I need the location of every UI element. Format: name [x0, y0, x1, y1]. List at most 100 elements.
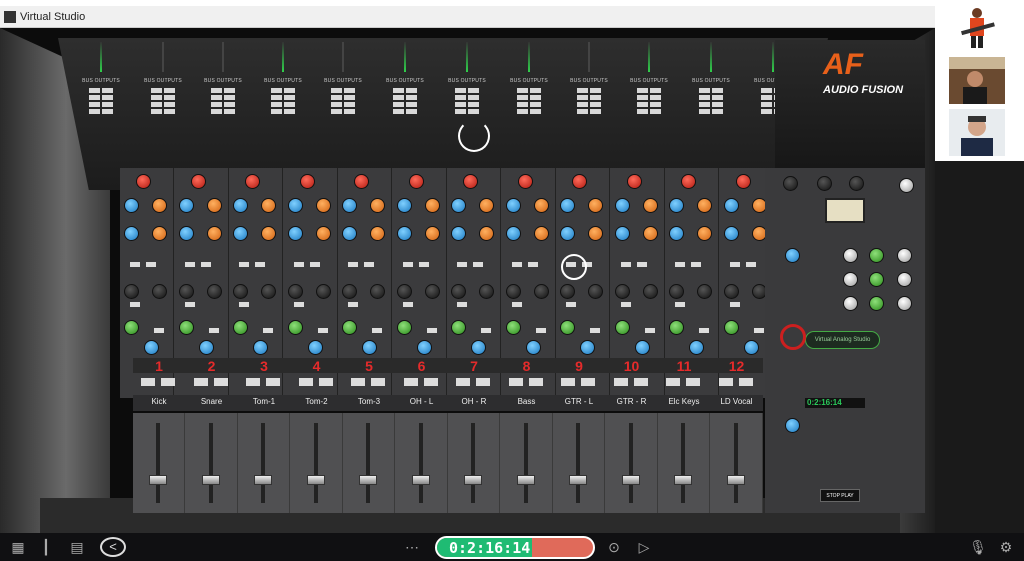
- channel-switch[interactable]: [200, 262, 211, 267]
- channel-knob[interactable]: [471, 340, 486, 355]
- master-knob[interactable]: [817, 176, 832, 191]
- fader-cap[interactable]: [306, 475, 325, 485]
- channel-knob[interactable]: [152, 198, 167, 213]
- bus-output-8[interactable]: BUS OUTPUTS: [504, 42, 554, 114]
- channel-mute-solo-button[interactable]: [351, 378, 365, 386]
- channel-name-label[interactable]: Tom-1: [238, 397, 290, 406]
- channel-switch[interactable]: [364, 262, 374, 267]
- channel-name-label[interactable]: Snare: [186, 397, 238, 406]
- channel-knob[interactable]: [233, 320, 248, 335]
- channel-knob[interactable]: [642, 226, 658, 241]
- channel-knob[interactable]: [206, 284, 222, 299]
- channel-switch[interactable]: [644, 328, 655, 333]
- bus-output-4[interactable]: BUS OUTPUTS: [258, 42, 308, 114]
- channel-switch[interactable]: [729, 262, 740, 267]
- channel-knob[interactable]: [287, 198, 303, 213]
- fader-cap[interactable]: [726, 475, 745, 485]
- channel-switch[interactable]: [208, 328, 219, 333]
- channel-knob[interactable]: [634, 340, 650, 355]
- channel-knob[interactable]: [233, 198, 248, 213]
- channel-knob[interactable]: [697, 284, 712, 299]
- channel-knob[interactable]: [517, 174, 533, 189]
- channel-switch[interactable]: [511, 262, 522, 267]
- channel-mute-solo-button[interactable]: [141, 378, 155, 386]
- channel-knob[interactable]: [152, 284, 167, 299]
- channel-knob[interactable]: [287, 320, 303, 335]
- channel-knob[interactable]: [315, 198, 331, 213]
- channel-switch[interactable]: [691, 262, 701, 267]
- channel-name-label[interactable]: Tom-3: [343, 397, 395, 406]
- channel-switch[interactable]: [729, 302, 740, 307]
- channel-mute-solo-button[interactable]: [508, 378, 523, 386]
- channel-switch[interactable]: [675, 302, 685, 307]
- channel-knob[interactable]: [626, 174, 642, 189]
- fader-cap[interactable]: [149, 475, 167, 485]
- channel-name-label[interactable]: Bass: [501, 397, 553, 406]
- channel-switch[interactable]: [590, 328, 600, 333]
- channel-switch[interactable]: [309, 262, 320, 267]
- channel-switch[interactable]: [699, 328, 709, 333]
- channel-knob[interactable]: [735, 174, 751, 189]
- channel-knob[interactable]: [505, 320, 521, 335]
- channel-knob[interactable]: [354, 174, 369, 189]
- channel-switch[interactable]: [255, 262, 265, 267]
- channel-switch[interactable]: [527, 262, 538, 267]
- channel-name-label[interactable]: Elc Keys: [658, 397, 710, 406]
- channel-mute-solo-button[interactable]: [371, 378, 385, 386]
- channel-mute-solo-button[interactable]: [528, 378, 543, 386]
- channel-knob[interactable]: [342, 198, 357, 213]
- channel-switch[interactable]: [481, 328, 491, 333]
- channel-knob[interactable]: [342, 320, 357, 335]
- channel-knob[interactable]: [505, 226, 521, 241]
- channel-fader[interactable]: [606, 413, 658, 513]
- master-knob[interactable]: [843, 248, 858, 263]
- channel-mute-solo-button[interactable]: [633, 378, 648, 386]
- grid-view-icon[interactable]: ▤: [64, 539, 90, 557]
- channel-knob[interactable]: [370, 226, 385, 241]
- channel-fader[interactable]: [238, 413, 290, 513]
- channel-knob[interactable]: [287, 284, 303, 299]
- channel-knob[interactable]: [572, 174, 587, 189]
- channel-knob[interactable]: [124, 226, 139, 241]
- channel-name-label[interactable]: OH - L: [396, 397, 448, 406]
- channel-mute-solo-button[interactable]: [266, 378, 280, 386]
- channel-switch[interactable]: [620, 302, 631, 307]
- channel-knob[interactable]: [396, 284, 412, 299]
- channel-knob[interactable]: [261, 226, 276, 241]
- channel-switch[interactable]: [348, 302, 358, 307]
- channel-knob[interactable]: [124, 284, 139, 299]
- channel-name-label[interactable]: LD Vocal: [711, 397, 763, 406]
- channel-name-label[interactable]: Kick: [133, 397, 185, 406]
- channel-mute-solo-button[interactable]: [318, 378, 333, 386]
- channel-knob[interactable]: [370, 284, 385, 299]
- channel-name-label[interactable]: Tom-2: [291, 397, 343, 406]
- channel-name-label[interactable]: OH - R: [448, 397, 500, 406]
- channel-fader[interactable]: [343, 413, 395, 513]
- channel-name-label[interactable]: GTR - L: [553, 397, 605, 406]
- channel-knob[interactable]: [178, 320, 194, 335]
- channel-knob[interactable]: [261, 284, 276, 299]
- bus-output-9[interactable]: BUS OUTPUTS: [564, 42, 614, 114]
- channel-knob[interactable]: [408, 174, 424, 189]
- channel-knob[interactable]: [342, 226, 357, 241]
- channel-knob[interactable]: [370, 198, 385, 213]
- fader-cap[interactable]: [569, 475, 587, 485]
- play-icon[interactable]: ▷: [634, 539, 654, 557]
- channel-mute-solo-button[interactable]: [246, 378, 260, 386]
- channel-knob[interactable]: [396, 198, 412, 213]
- channel-knob[interactable]: [533, 284, 549, 299]
- channel-mute-solo-button[interactable]: [666, 378, 680, 386]
- bus-output-1[interactable]: BUS OUTPUTS: [76, 42, 126, 114]
- studio-3d-view[interactable]: BUS OUTPUTS BUS OUTPUTS BUS OUTPUTS BUS …: [0, 28, 935, 533]
- channel-fader[interactable]: [448, 413, 500, 513]
- channel-knob[interactable]: [315, 284, 331, 299]
- channel-mute-solo-button[interactable]: [581, 378, 595, 386]
- channel-knob[interactable]: [697, 226, 712, 241]
- channel-switch[interactable]: [402, 262, 413, 267]
- channel-knob[interactable]: [479, 198, 494, 213]
- channel-knob[interactable]: [307, 340, 323, 355]
- channel-fader[interactable]: [711, 413, 763, 513]
- channel-mute-solo-button[interactable]: [718, 378, 733, 386]
- channel-knob[interactable]: [505, 284, 521, 299]
- channel-knob[interactable]: [689, 340, 704, 355]
